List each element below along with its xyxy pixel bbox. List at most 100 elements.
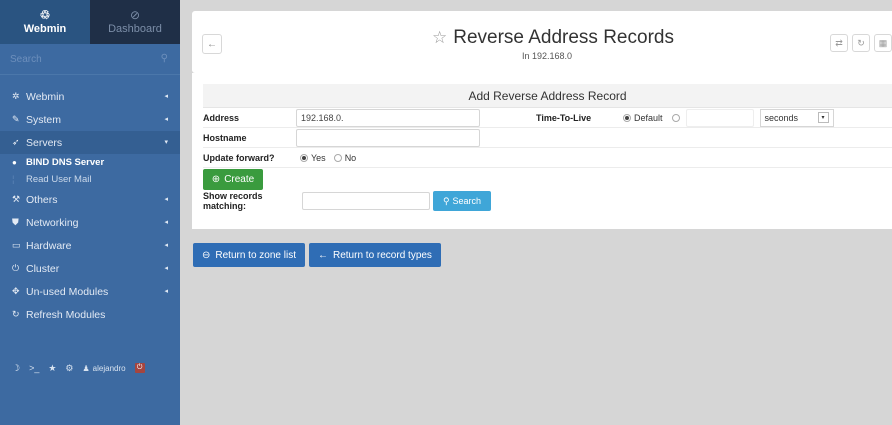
- rocket-icon: ➶: [12, 137, 20, 147]
- tab-dashboard-label: Dashboard: [108, 23, 162, 35]
- sidebar-item-servers[interactable]: ➶ Servers ▾: [0, 131, 180, 154]
- settings-icon[interactable]: ⚙: [65, 363, 73, 374]
- address-input[interactable]: 192.168.0.: [296, 108, 480, 127]
- chevron-down-icon: ▾: [164, 139, 168, 146]
- sidebar-item-label: Un-used Modules: [26, 285, 109, 298]
- sidebar-subitem-label: BIND DNS Server: [26, 157, 105, 168]
- search-button-label: Search: [452, 196, 482, 206]
- shield-icon: ⛊: [12, 217, 19, 227]
- favorite-star-icon[interactable]: ☆: [432, 28, 447, 48]
- puzzle-icon: ✥: [12, 286, 20, 296]
- hostname-row: Hostname: [203, 128, 892, 148]
- ttl-default-label: Default: [634, 112, 663, 123]
- sidebar-item-refresh-modules[interactable]: ↻ Refresh Modules: [0, 303, 180, 326]
- sidebar-item-networking[interactable]: ⛊ Networking ◂: [0, 211, 180, 234]
- sidebar: ♲ Webmin ⊘ Dashboard ⚲ ✲ Webmin ◂ ✎ Syst…: [0, 0, 180, 425]
- arrow-left-icon: ←: [318, 249, 328, 261]
- search-button[interactable]: ⚲ Search: [433, 191, 491, 211]
- sidebar-toolbar: ☽ >_ ★ ⚙ ♟ alejandro ⏻: [0, 357, 180, 379]
- user-menu[interactable]: ♟ alejandro: [83, 364, 126, 373]
- reload-button[interactable]: ↻: [852, 34, 870, 52]
- page-subtitle: In 192.168.0: [522, 51, 573, 61]
- sidebar-item-label: Cluster: [26, 262, 60, 275]
- tree-line: ¦: [12, 174, 15, 185]
- hardware-icon: ▭: [12, 240, 21, 250]
- sidebar-item-cluster[interactable]: ⏻ Cluster ◂: [0, 257, 180, 280]
- back-button[interactable]: ←: [202, 34, 222, 54]
- night-mode-icon[interactable]: ☽: [12, 363, 20, 374]
- radio-selected-icon: [623, 113, 631, 122]
- search-input[interactable]: [0, 44, 180, 74]
- update-forward-row: Update forward? Yes No: [203, 148, 892, 168]
- sidebar-item-label: Servers: [26, 136, 63, 149]
- address-row: Address 192.168.0. Time-To-Live Default …: [203, 108, 892, 128]
- search-icon[interactable]: ⚲: [161, 53, 168, 64]
- tab-webmin[interactable]: ♲ Webmin: [0, 0, 90, 44]
- sidebar-subitem-read-mail[interactable]: ¦ Read User Mail: [0, 171, 180, 188]
- ttl-unit-select[interactable]: seconds ▾: [759, 108, 834, 127]
- refresh-icon: ↻: [12, 309, 20, 319]
- grid-icon: ▦: [878, 37, 888, 48]
- hostname-input[interactable]: [296, 128, 480, 147]
- plus-circle-icon: ⊕: [211, 174, 221, 185]
- sidebar-item-label: Networking: [26, 216, 79, 229]
- sidebar-menu: ✲ Webmin ◂ ✎ System ◂ ➶ Servers ▾ ● BIND…: [0, 85, 180, 326]
- module-config-button[interactable]: ⇄: [830, 34, 848, 52]
- return-to-zone-list-button[interactable]: ⊖ Return to zone list: [193, 243, 305, 267]
- ttl-default-radio[interactable]: Default: [623, 113, 663, 123]
- hostname-label: Hostname: [203, 132, 247, 143]
- update-no-radio[interactable]: No: [333, 153, 356, 163]
- user-icon: ♟: [82, 363, 90, 373]
- logout-icon[interactable]: ⏻: [134, 363, 145, 373]
- return-types-label: Return to record types: [333, 249, 432, 261]
- sidebar-item-label: System: [26, 113, 62, 126]
- ttl-label: Time-To-Live: [536, 112, 592, 123]
- page-title-text: Reverse Address Records: [453, 27, 674, 48]
- header-actions: ⇄ ↻ ▦: [830, 34, 892, 52]
- tab-dashboard[interactable]: ⊘ Dashboard: [90, 0, 180, 44]
- chevron-left-icon: ◂: [164, 288, 168, 295]
- main-content: ← ☆ Reverse Address Records In 192.168.0…: [180, 0, 892, 425]
- create-button-label: Create: [224, 174, 255, 185]
- form-title: Add Reverse Address Record: [203, 84, 892, 108]
- sidebar-item-label: Others: [26, 193, 58, 206]
- dashboard-icon: ⊘: [129, 8, 141, 22]
- search-row: Show records matching:: [203, 191, 892, 211]
- chevron-left-icon: ◂: [164, 93, 168, 100]
- arrow-left-icon: ←: [207, 38, 217, 50]
- search-records-input[interactable]: [302, 192, 430, 210]
- add-record-panel: Add Reverse Address Record Address 192.1…: [192, 73, 892, 229]
- chevron-left-icon: ◂: [164, 196, 168, 203]
- menu-button[interactable]: ▦: [874, 34, 892, 52]
- sidebar-item-unused-modules[interactable]: ✥ Un-used Modules ◂: [0, 280, 180, 303]
- sidebar-item-others[interactable]: ⚒ Others ◂: [0, 188, 180, 211]
- terminal-icon[interactable]: >_: [29, 363, 39, 373]
- search-records-label: Show records matching:: [203, 191, 263, 211]
- tab-webmin-label: Webmin: [23, 23, 67, 35]
- webmin-logo-icon: ♲: [39, 8, 51, 22]
- sidebar-subitem-bind[interactable]: ● BIND DNS Server: [0, 154, 180, 171]
- gear-icon: ✲: [12, 91, 20, 101]
- radio-selected-icon: [300, 153, 308, 162]
- reload-icon: ↻: [857, 37, 865, 48]
- sidebar-item-label: Hardware: [26, 239, 72, 252]
- ttl-custom-radio[interactable]: [671, 113, 680, 122]
- return-zone-label: Return to zone list: [215, 249, 296, 261]
- chevron-left-icon: ◂: [164, 265, 168, 272]
- sidebar-item-hardware[interactable]: ▭ Hardware ◂: [0, 234, 180, 257]
- config-icon: ⇄: [835, 37, 843, 48]
- bullet-icon: ●: [12, 158, 17, 167]
- sidebar-item-webmin[interactable]: ✲ Webmin ◂: [0, 85, 180, 108]
- ttl-input[interactable]: [685, 108, 754, 127]
- page-title: ☆ Reverse Address Records: [432, 27, 674, 49]
- return-to-record-types-button[interactable]: ← Return to record types: [309, 243, 441, 267]
- star-icon[interactable]: ★: [48, 363, 56, 374]
- create-button[interactable]: ⊕ Create: [203, 169, 263, 190]
- wrench-icon: ⚒: [12, 194, 21, 204]
- radio-unselected-icon: [333, 153, 342, 162]
- chevron-left-icon: ◂: [164, 219, 168, 226]
- page-header: ← ☆ Reverse Address Records In 192.168.0…: [192, 11, 892, 73]
- update-yes-radio[interactable]: Yes: [300, 153, 326, 163]
- update-yes-label: Yes: [311, 152, 326, 163]
- sidebar-item-system[interactable]: ✎ System ◂: [0, 108, 180, 131]
